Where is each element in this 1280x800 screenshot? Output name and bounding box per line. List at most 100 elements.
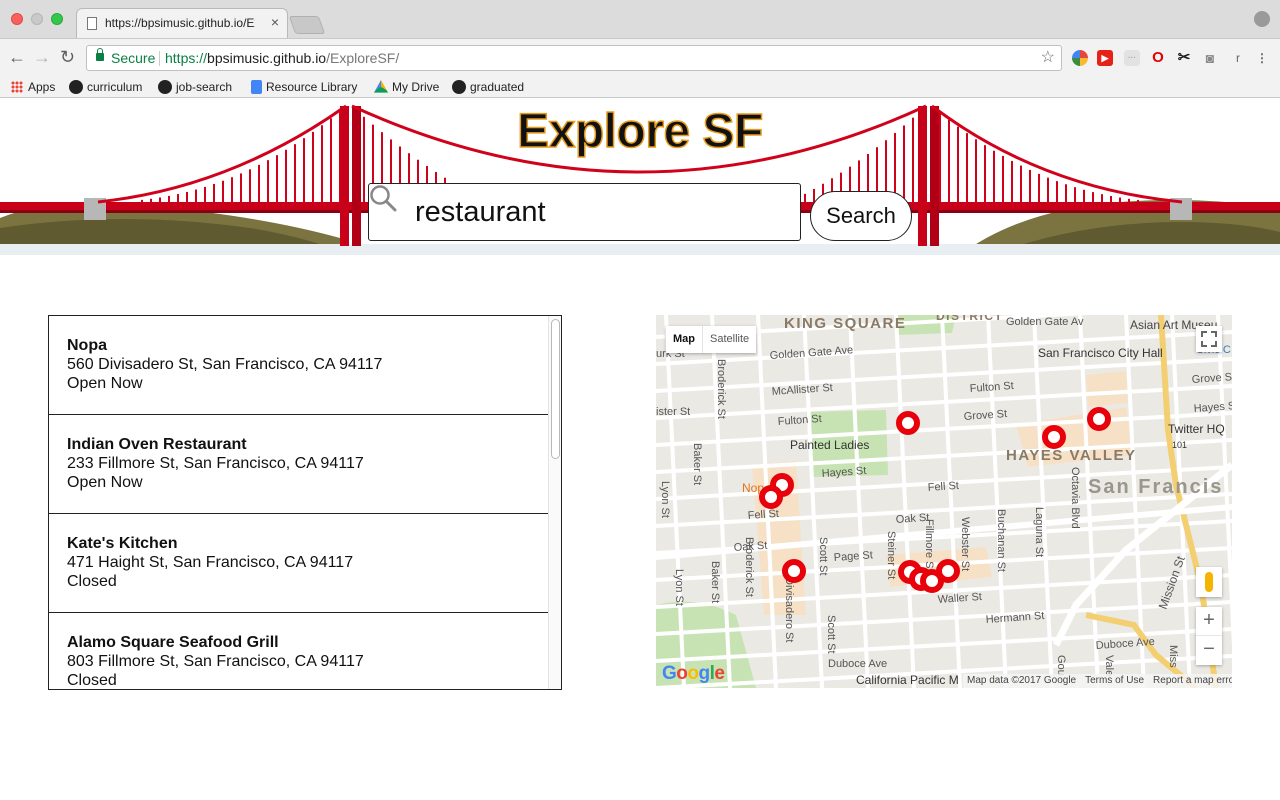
map-label-divisadero: Divisadero St xyxy=(783,577,795,642)
zoom-out-button[interactable]: − xyxy=(1196,636,1222,665)
report-map-error-link[interactable]: Report a map error xyxy=(1153,675,1232,686)
opera-icon[interactable]: O xyxy=(1150,50,1166,66)
search-button[interactable]: Search xyxy=(810,191,912,241)
google-drive-icon xyxy=(374,80,388,93)
map-label-octavia: Octavia Blvd xyxy=(1069,467,1081,529)
site-title: Explore SF xyxy=(516,104,764,159)
list-item[interactable]: Nopa 560 Divisadero St, San Francisco, C… xyxy=(49,316,549,415)
result-status: Closed xyxy=(67,573,117,590)
map-marker[interactable] xyxy=(782,559,806,583)
lock-icon xyxy=(96,48,104,61)
r-ext-icon[interactable]: r xyxy=(1230,50,1246,66)
street-view-pegman-button[interactable] xyxy=(1196,567,1222,597)
zoom-in-button[interactable]: + xyxy=(1196,607,1222,636)
search-input[interactable] xyxy=(415,193,785,231)
result-name: Alamo Square Seafood Grill xyxy=(67,634,279,651)
map-label-baker-s: Baker St xyxy=(709,561,721,603)
bookmark-graduated[interactable]: graduated xyxy=(452,79,524,95)
bookmark-resource-library[interactable]: Resource Library xyxy=(251,79,357,95)
result-address: 803 Fillmore St, San Francisco, CA 94117 xyxy=(67,653,364,670)
results-list[interactable]: Nopa 560 Divisadero St, San Francisco, C… xyxy=(48,315,562,690)
menu-icon[interactable]: ⋮ xyxy=(1254,50,1270,66)
map-label-king-square: KING SQUARE xyxy=(784,315,906,332)
address-separator xyxy=(159,51,160,66)
browser-toolbar: ← → ↻ Secure https://bpsimusic.github.io… xyxy=(0,38,1280,76)
chrome-icon[interactable] xyxy=(1072,50,1088,66)
hero-banner: Explore SF Search xyxy=(0,98,1280,255)
list-item[interactable]: Indian Oven Restaurant 233 Fillmore St, … xyxy=(49,415,549,514)
list-item[interactable]: Kate's Kitchen 471 Haight St, San Franci… xyxy=(49,514,549,613)
map-type-satellite[interactable]: Satellite xyxy=(703,326,756,353)
logo-letter: e xyxy=(714,663,725,684)
map-label-san-francisco: San Francis xyxy=(1088,476,1223,498)
map-type-control[interactable]: Map Satellite xyxy=(666,326,757,353)
bookmark-my-drive[interactable]: My Drive xyxy=(374,79,439,95)
browser-tab-active[interactable]: https://bpsimusic.github.io/Exp × xyxy=(76,8,288,38)
map-marker[interactable] xyxy=(896,411,920,435)
result-status: Closed xyxy=(67,672,117,689)
map-label-ster: ister St xyxy=(656,406,690,418)
map-marker[interactable] xyxy=(759,485,783,509)
map-label-webster: Webster St xyxy=(959,517,971,571)
result-name: Nopa xyxy=(67,337,107,354)
url-host: bpsimusic.github.io xyxy=(207,50,327,66)
map-label-steiner: Steiner St xyxy=(885,531,897,579)
google-logo[interactable]: Google xyxy=(662,663,725,685)
search-icon xyxy=(370,185,397,212)
result-address: 233 Fillmore St, San Francisco, CA 94117 xyxy=(67,455,364,472)
close-window-button[interactable] xyxy=(11,13,23,25)
fullscreen-icon xyxy=(1201,331,1217,347)
url-scheme: https:// xyxy=(165,50,208,66)
pegman-icon xyxy=(1205,572,1213,592)
logo-letter: o xyxy=(676,663,688,684)
map-marker[interactable] xyxy=(1042,425,1066,449)
maximize-window-button[interactable] xyxy=(51,13,63,25)
result-status: Open Now xyxy=(67,474,143,491)
logo-letter: o xyxy=(687,663,699,684)
map-marker[interactable] xyxy=(936,559,960,583)
map-label-twitter-hq: Twitter HQ xyxy=(1168,422,1225,436)
bookmark-curriculum[interactable]: curriculum xyxy=(69,79,142,95)
search-box[interactable] xyxy=(368,183,801,241)
map-label-golden-gate-ave-ne: Golden Gate Av xyxy=(1006,316,1084,328)
zoom-control[interactable]: + − xyxy=(1196,607,1222,665)
youtube-icon[interactable]: ▶ xyxy=(1097,50,1113,66)
result-status: Open Now xyxy=(67,375,143,392)
map-label-scott-s: Scott St xyxy=(825,615,837,654)
back-button[interactable]: ← xyxy=(8,47,26,67)
map-label-baker-n: Baker St xyxy=(691,443,703,485)
address-bar[interactable]: Secure https://bpsimusic.github.io/Explo… xyxy=(86,45,1062,71)
apps-grid-icon xyxy=(11,81,23,93)
profile-icon[interactable] xyxy=(1254,11,1270,27)
blank-ext-icon[interactable]: ··· xyxy=(1124,50,1140,66)
terms-of-use-link[interactable]: Terms of Use xyxy=(1085,675,1144,686)
bookmark-label: Resource Library xyxy=(266,80,358,94)
bookmark-star-icon[interactable]: ☆ xyxy=(1041,46,1055,70)
bookmarks-bar: Apps curriculum job-search Resource Libr… xyxy=(0,76,1280,98)
scroll-thumb[interactable] xyxy=(551,319,560,459)
new-tab-button[interactable] xyxy=(288,16,326,34)
map[interactable]: KING SQUARE DISTRICT Golden Gate Av Asian A… xyxy=(656,315,1232,688)
forward-button[interactable]: → xyxy=(33,47,51,67)
map-canvas[interactable]: KING SQUARE DISTRICT Golden Gate Av Asian A… xyxy=(656,315,1232,688)
scissors-icon[interactable]: ✂ xyxy=(1176,50,1192,66)
map-label-gough: Gou xyxy=(1055,655,1067,676)
list-item[interactable]: Alamo Square Seafood Grill 803 Fillmore … xyxy=(49,613,549,689)
result-name: Kate's Kitchen xyxy=(67,535,178,552)
map-marker[interactable] xyxy=(1087,407,1111,431)
map-label-painted-ladies: Painted Ladies xyxy=(790,438,869,452)
reload-button[interactable]: ↻ xyxy=(60,47,75,67)
page-content: Explore SF Search Nopa 560 Divisadero St… xyxy=(0,98,1280,800)
result-address: 560 Divisadero St, San Francisco, CA 941… xyxy=(67,356,383,373)
results-scrollbar[interactable] xyxy=(548,316,561,689)
minimize-window-button[interactable] xyxy=(31,13,43,25)
camera-icon[interactable]: ◙ xyxy=(1202,50,1218,66)
url-text[interactable]: https://bpsimusic.github.io/ExploreSF/ xyxy=(165,46,399,70)
bookmark-apps[interactable]: Apps xyxy=(11,79,55,95)
google-docs-icon xyxy=(251,80,262,94)
tab-close-icon[interactable]: × xyxy=(271,14,279,30)
map-type-map[interactable]: Map xyxy=(666,326,703,353)
map-label-hwy101: 101 xyxy=(1172,440,1187,450)
bookmark-job-search[interactable]: job-search xyxy=(158,79,232,95)
fullscreen-button[interactable] xyxy=(1196,326,1222,352)
